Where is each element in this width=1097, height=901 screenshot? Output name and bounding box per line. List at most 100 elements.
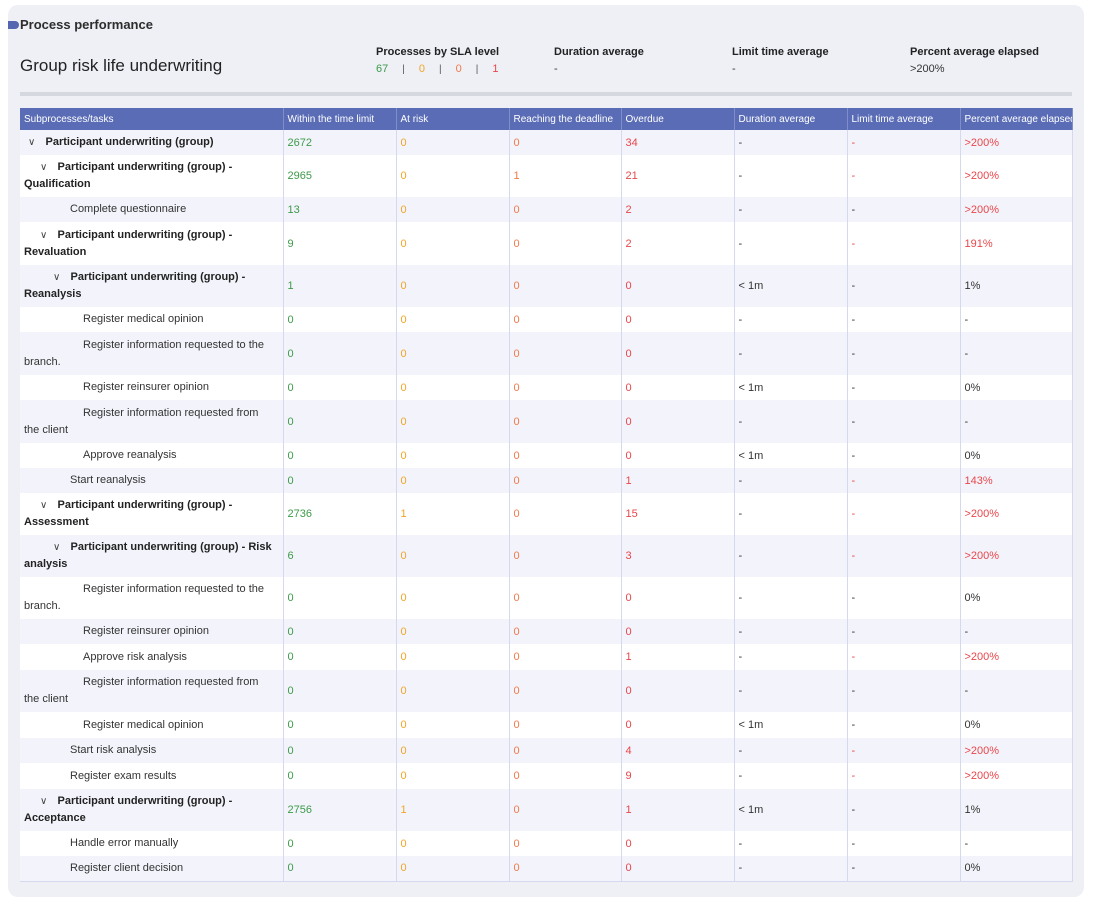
within-cell: 0: [283, 763, 397, 789]
chevron-down-icon[interactable]: ∨: [53, 539, 65, 556]
at-risk-cell: 0: [396, 712, 510, 738]
table-row[interactable]: ∨ Participant underwriting (group) - Reva…: [20, 222, 1073, 265]
task-name: Register information requested from: [83, 406, 259, 419]
task-name: Register information requested to the: [83, 338, 264, 351]
chevron-down-icon[interactable]: ∨: [28, 134, 40, 151]
table-row[interactable]: ∨ Participant underwriting (group) - Rean…: [20, 265, 1073, 307]
sla-values: 67 | 0 | 0 | 1: [376, 63, 499, 75]
at-risk-cell: 0: [396, 197, 510, 222]
col-header-at-risk[interactable]: At risk: [396, 108, 510, 130]
table-row[interactable]: Handle error manually 0 0 0 0- - -: [20, 831, 1073, 856]
table-row[interactable]: Register information requested to the bra…: [20, 332, 1073, 375]
table-row[interactable]: Complete questionnaire 13 0 0 2- - >200%: [20, 197, 1073, 222]
percent-cell: 0%: [960, 577, 1073, 619]
percent-value: >200%: [910, 63, 945, 75]
at-risk-cell: 0: [396, 375, 510, 400]
sla-summary: Processes by SLA level 67 | 0 | 0 | 1: [376, 46, 499, 75]
duration-cell: -: [734, 307, 848, 332]
reaching-cell: 0: [509, 130, 622, 155]
col-header-overdue[interactable]: Overdue: [621, 108, 735, 130]
limit-label: Limit time average: [732, 46, 829, 58]
task-name: Participant underwriting (group) -: [57, 499, 233, 511]
table-row[interactable]: ∨ Participant underwriting (group) 2672 0 0…: [20, 130, 1073, 155]
task-name-continued: branch.: [24, 355, 61, 368]
chevron-down-icon[interactable]: ∨: [40, 793, 52, 810]
within-cell: 0: [283, 856, 397, 882]
chevron-down-icon[interactable]: ∨: [53, 269, 65, 286]
task-name: Register medical opinion: [83, 718, 204, 731]
chevron-down-icon[interactable]: ∨: [40, 497, 52, 514]
within-cell: 0: [283, 332, 397, 375]
table-row[interactable]: Register client decision 0 0 0 0- -0%: [20, 856, 1073, 882]
overdue-cell: 3: [621, 535, 735, 577]
task-name: Start reanalysis: [70, 474, 146, 486]
task-name-continued: Reanalysis: [24, 288, 82, 300]
table-row[interactable]: ∨ Participant underwriting (group) - Qual…: [20, 155, 1073, 197]
col-header-subprocesses[interactable]: Subprocesses/tasks: [20, 108, 284, 130]
task-name: Participant underwriting (group) - Risk: [70, 541, 272, 553]
col-header-reaching[interactable]: Reaching the deadline: [509, 108, 622, 130]
sla-separator: |: [402, 64, 405, 75]
table-row[interactable]: Approve risk analysis 0 0 0 1- - >200%: [20, 644, 1073, 670]
at-risk-cell: 0: [396, 130, 510, 155]
task-name-continued: branch.: [24, 600, 61, 612]
duration-value: -: [554, 63, 558, 75]
task-name: Start risk analysis: [70, 744, 157, 756]
table-row[interactable]: ∨ Participant underwriting (group) - Acce…: [20, 789, 1073, 831]
table-row[interactable]: Start reanalysis 0 0 0 1- -143%: [20, 468, 1073, 493]
limit-cell: -: [847, 332, 961, 375]
table-row[interactable]: Register information requested from the c…: [20, 400, 1073, 443]
col-header-limit[interactable]: Limit time average: [847, 108, 961, 130]
limit-cell: -: [847, 644, 961, 670]
percent-cell: >200%: [960, 130, 1073, 155]
percent-cell: -: [960, 400, 1073, 443]
sla-reaching-value: 0: [455, 63, 462, 75]
limit-cell: -: [847, 307, 961, 332]
reaching-cell: 0: [509, 763, 622, 789]
chevron-down-icon[interactable]: ∨: [40, 227, 52, 244]
task-name: Approve risk analysis: [83, 650, 187, 663]
reaching-cell: 0: [509, 789, 622, 831]
task-name-cell: Start risk analysis: [20, 738, 284, 763]
duration-cell: -: [734, 197, 848, 222]
at-risk-cell: 0: [396, 400, 510, 443]
task-name-cell: Register information requested from the c…: [20, 400, 284, 443]
chevron-down-icon[interactable]: ∨: [40, 159, 52, 176]
reaching-cell: 0: [509, 197, 622, 222]
within-cell: 6: [283, 535, 397, 577]
col-header-duration[interactable]: Duration average: [734, 108, 848, 130]
table-row[interactable]: Register reinsurer opinion 0 0 0 0- - -: [20, 619, 1073, 644]
table-row[interactable]: ∨ Participant underwriting (group) - Asse…: [20, 493, 1073, 535]
limit-cell: -: [847, 493, 961, 535]
percent-cell: -: [960, 332, 1073, 375]
table-row[interactable]: Register medical opinion 0 0 0 0- - -: [20, 307, 1073, 332]
table-row[interactable]: Register reinsurer opinion 0 0 0 0 < 1m -0%: [20, 375, 1073, 400]
limit-cell: -: [847, 577, 961, 619]
reaching-cell: 0: [509, 443, 622, 468]
task-name-cell: Register reinsurer opinion: [20, 375, 284, 400]
task-name: Complete questionnaire: [70, 203, 187, 215]
reaching-cell: 0: [509, 375, 622, 400]
table-row[interactable]: Start risk analysis 0 0 0 4- - >200%: [20, 738, 1073, 763]
reaching-cell: 0: [509, 493, 622, 535]
col-header-within[interactable]: Within the time limit: [283, 108, 397, 130]
within-cell: 0: [283, 468, 397, 493]
table-row[interactable]: Register information requested from the c…: [20, 670, 1073, 712]
table-row[interactable]: Register information requested to the bra…: [20, 577, 1073, 619]
limit-cell: -: [847, 222, 961, 265]
table-row[interactable]: Register exam results 0 0 0 9- - >200%: [20, 763, 1073, 789]
table-row[interactable]: Approve reanalysis 0 0 0 0 < 1m -0%: [20, 443, 1073, 468]
table-row[interactable]: ∨ Participant underwriting (group) - Ris…: [20, 535, 1073, 577]
overdue-cell: 0: [621, 670, 735, 712]
reaching-cell: 0: [509, 577, 622, 619]
task-name-continued: Qualification: [24, 178, 91, 190]
task-name: Register reinsurer opinion: [83, 625, 209, 637]
duration-label: Duration average: [554, 46, 644, 58]
task-name-cell: Approve risk analysis: [20, 644, 284, 670]
limit-cell: -: [847, 535, 961, 577]
sla-overdue-value: 1: [492, 63, 499, 75]
col-header-percent[interactable]: Percent average elapsed: [960, 108, 1073, 130]
at-risk-cell: 0: [396, 307, 510, 332]
duration-cell: -: [734, 577, 848, 619]
table-row[interactable]: Register medical opinion 0 0 0 0 < 1m -0%: [20, 712, 1073, 738]
